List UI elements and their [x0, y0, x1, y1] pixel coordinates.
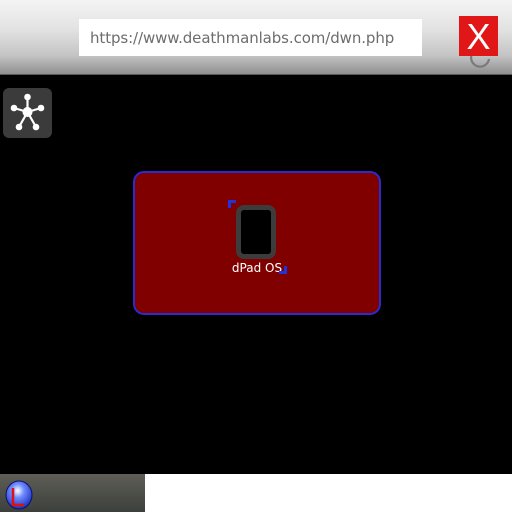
selection-corner-bottom-right — [279, 266, 287, 274]
close-x-icon: X — [466, 16, 490, 57]
close-label: X — [466, 16, 490, 56]
start-orb-icon[interactable] — [4, 478, 34, 510]
taskbar-empty-area — [145, 474, 512, 512]
network-button[interactable] — [3, 88, 52, 138]
close-button[interactable]: X — [459, 16, 498, 57]
app-label[interactable]: dPad OS — [228, 261, 286, 275]
address-bar[interactable]: https://www.deathmanlabs.com/dwn.php — [79, 19, 491, 68]
tablet-device-icon[interactable] — [236, 205, 276, 259]
network-hub-icon — [10, 93, 45, 131]
taskbar — [0, 474, 145, 512]
selection-corner-top-left — [228, 200, 236, 208]
url-text[interactable]: https://www.deathmanlabs.com/dwn.php — [90, 29, 394, 47]
app-shortcut-dpad-os[interactable]: dPad OS — [228, 200, 290, 278]
browser-toolbar: https://www.deathmanlabs.com/dwn.php X — [0, 0, 512, 75]
